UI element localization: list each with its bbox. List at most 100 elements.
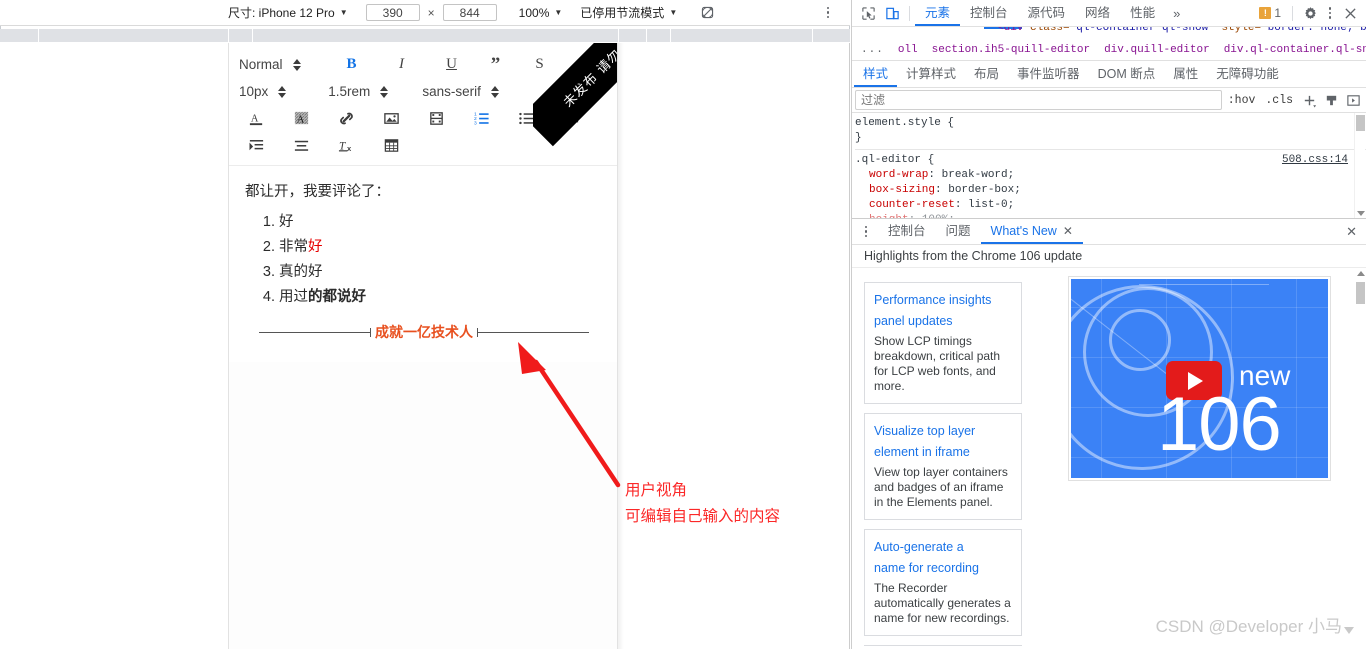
italic-button[interactable]: I xyxy=(385,53,419,77)
css-rules-pane[interactable]: element.style { } 508.css:14 .ql-editor … xyxy=(852,113,1366,218)
css-declaration[interactable]: box-sizing: border-box; xyxy=(855,183,1366,198)
ordered-list-button[interactable]: 1 2 3 xyxy=(464,107,498,131)
bullet-list-button[interactable] xyxy=(509,107,543,131)
editor-divider: 成就一亿技术人 xyxy=(245,322,603,352)
emulated-viewport[interactable]: 未发布 请勿分享 Normal B I U ” S 10px 1.5rem sa… xyxy=(228,43,618,649)
status-badge[interactable]: ! 1 xyxy=(1253,4,1287,22)
tab-accessibility[interactable]: 无障碍功能 xyxy=(1207,61,1288,87)
quill-toolbar: 未发布 请勿分享 Normal B I U ” S 10px 1.5rem sa… xyxy=(229,43,617,166)
list-item-text: 真的好 xyxy=(279,264,323,280)
device-size-label: 尺寸: iPhone 12 Pro xyxy=(228,6,335,20)
plus-icon[interactable] xyxy=(1299,91,1319,109)
dom-tag: <div xyxy=(997,27,1024,34)
css-rule-ql-editor[interactable]: 508.css:14 .ql-editor { word-wrap: break… xyxy=(855,153,1366,218)
image-button[interactable] xyxy=(374,107,408,131)
screenshot-root: 尺寸: iPhone 12 Pro ▼ × 100% ▼ 已停用节流模式 ▼ xyxy=(0,0,1366,649)
tab-computed[interactable]: 计算样式 xyxy=(897,61,965,87)
search-input[interactable] xyxy=(855,90,1222,110)
table-button[interactable] xyxy=(374,134,408,158)
header-picker[interactable]: Normal xyxy=(239,57,315,72)
tab-sources[interactable]: 源代码 xyxy=(1018,0,1076,26)
drawer-close-icon[interactable]: ✕ xyxy=(1336,224,1366,240)
whats-new-hero-image[interactable]: new 106 xyxy=(1068,276,1331,481)
close-icon[interactable]: ✕ xyxy=(1063,219,1073,244)
drawer-tab-issues[interactable]: 问题 xyxy=(936,219,981,244)
device-toolbar-icon[interactable] xyxy=(880,2,904,24)
drawer-tab-console[interactable]: 控制台 xyxy=(878,219,936,244)
tab-event-listeners[interactable]: 事件监听器 xyxy=(1008,61,1089,87)
tab-styles[interactable]: 样式 xyxy=(854,61,897,87)
card-title-line-2[interactable]: element in iframe xyxy=(874,442,1012,463)
whats-new-card[interactable]: Auto-generate a name for recording The R… xyxy=(864,529,1022,636)
dom-value: "ql-container ql-snow" xyxy=(1069,27,1215,34)
new-style-rule-icon[interactable] xyxy=(1321,91,1341,109)
link-button[interactable] xyxy=(329,107,363,131)
card-title-line-2[interactable]: name for recording xyxy=(874,558,1012,579)
chrome-106-graphic: new 106 xyxy=(1071,279,1328,478)
drawer-menu-icon[interactable] xyxy=(858,224,874,240)
font-size-picker[interactable]: 10px xyxy=(239,84,300,99)
align-button[interactable] xyxy=(284,134,318,158)
strike-button[interactable]: S xyxy=(523,53,557,77)
breadcrumb-item-ql-container[interactable]: div.ql-container.ql-snow xyxy=(1217,41,1366,60)
blockquote-button[interactable]: ” xyxy=(479,53,513,77)
text-color-button[interactable]: A xyxy=(239,107,273,131)
underline-button[interactable]: U xyxy=(435,53,469,77)
gear-icon[interactable] xyxy=(1298,2,1322,24)
viewport-width-input[interactable] xyxy=(365,4,420,21)
indent-button[interactable] xyxy=(239,134,273,158)
breadcrumb-item-truncated[interactable]: oll xyxy=(891,41,925,60)
devtools-menu-icon[interactable] xyxy=(1322,5,1338,21)
device-size-selector[interactable]: 尺寸: iPhone 12 Pro ▼ xyxy=(228,4,348,21)
breadcrumb-item-quill-editor[interactable]: div.quill-editor xyxy=(1097,41,1217,60)
line-height-picker[interactable]: 1.5rem xyxy=(328,84,402,99)
close-icon[interactable] xyxy=(1338,2,1362,24)
toggle-sidebar-icon[interactable] xyxy=(1343,91,1363,109)
list-item: 用过的都说好 xyxy=(279,285,603,310)
rotate-icon[interactable] xyxy=(695,2,719,24)
css-rule-element-style[interactable]: element.style { } xyxy=(855,116,1366,146)
inspect-element-icon[interactable] xyxy=(856,2,880,24)
card-title-line-1[interactable]: Visualize top layer xyxy=(874,421,1012,442)
quill-editable-content[interactable]: 都让开，我要评论了： 好 非常好 真的好 用过的都说好 成就一亿技术人 xyxy=(229,166,617,362)
list-item-text-bold: 的都说好 xyxy=(308,289,366,305)
background-color-button[interactable]: A xyxy=(284,107,318,131)
tab-properties[interactable]: 属性 xyxy=(1164,61,1207,87)
device-toolbar-more-icon[interactable] xyxy=(820,5,836,21)
font-family-picker[interactable]: sans-serif xyxy=(422,84,513,99)
css-declaration[interactable]: word-wrap: break-word; xyxy=(855,168,1366,183)
tab-console[interactable]: 控制台 xyxy=(960,0,1018,26)
styles-sidebar-tabs: 样式 计算样式 布局 事件监听器 DOM 断点 属性 无障碍功能 xyxy=(852,61,1366,88)
hov-toggle[interactable]: :hov xyxy=(1224,94,1260,107)
breadcrumb-overflow-left[interactable]: ... xyxy=(854,41,891,60)
outdent-button[interactable] xyxy=(554,107,588,131)
css-pane-scrollbar[interactable] xyxy=(1354,113,1365,218)
card-body: Show LCP timings breakdown, critical pat… xyxy=(874,334,1001,393)
whats-new-card[interactable]: Visualize top layer element in iframe Vi… xyxy=(864,413,1022,520)
bold-button[interactable]: B xyxy=(335,53,369,77)
drawer-tab-whats-new[interactable]: What's New ✕ xyxy=(981,219,1083,244)
zoom-selector[interactable]: 100% ▼ xyxy=(519,6,563,20)
css-declaration[interactable]: counter-reset: list-0; xyxy=(855,198,1366,213)
tab-network[interactable]: 网络 xyxy=(1075,0,1120,26)
tab-layout[interactable]: 布局 xyxy=(965,61,1008,87)
card-title-line-2[interactable]: panel updates xyxy=(874,311,1012,332)
breadcrumb-item-section[interactable]: section.ih5-quill-editor xyxy=(925,41,1097,60)
cls-toggle[interactable]: .cls xyxy=(1261,94,1297,107)
throttling-selector[interactable]: 已停用节流模式 ▼ xyxy=(580,4,677,21)
tab-performance[interactable]: 性能 xyxy=(1120,0,1165,26)
video-button[interactable] xyxy=(419,107,453,131)
card-title-line-1[interactable]: Auto-generate a xyxy=(874,537,1012,558)
whats-new-scrollbar[interactable] xyxy=(1355,270,1366,646)
card-title-line-1[interactable]: Performance insights xyxy=(874,290,1012,311)
stepper-icon xyxy=(490,85,499,98)
whats-new-card[interactable]: Performance insights panel updates Show … xyxy=(864,282,1022,404)
tab-elements[interactable]: 元素 xyxy=(915,0,960,26)
tab-dom-breakpoints[interactable]: DOM 断点 xyxy=(1089,61,1165,87)
whats-new-card-partial[interactable] xyxy=(864,645,1022,649)
clean-format-button[interactable]: T x xyxy=(329,134,363,158)
svg-text:A: A xyxy=(296,114,304,125)
viewport-height-input[interactable] xyxy=(442,4,497,21)
more-panels-icon[interactable]: » xyxy=(1165,6,1188,21)
svg-text:A: A xyxy=(250,113,258,124)
